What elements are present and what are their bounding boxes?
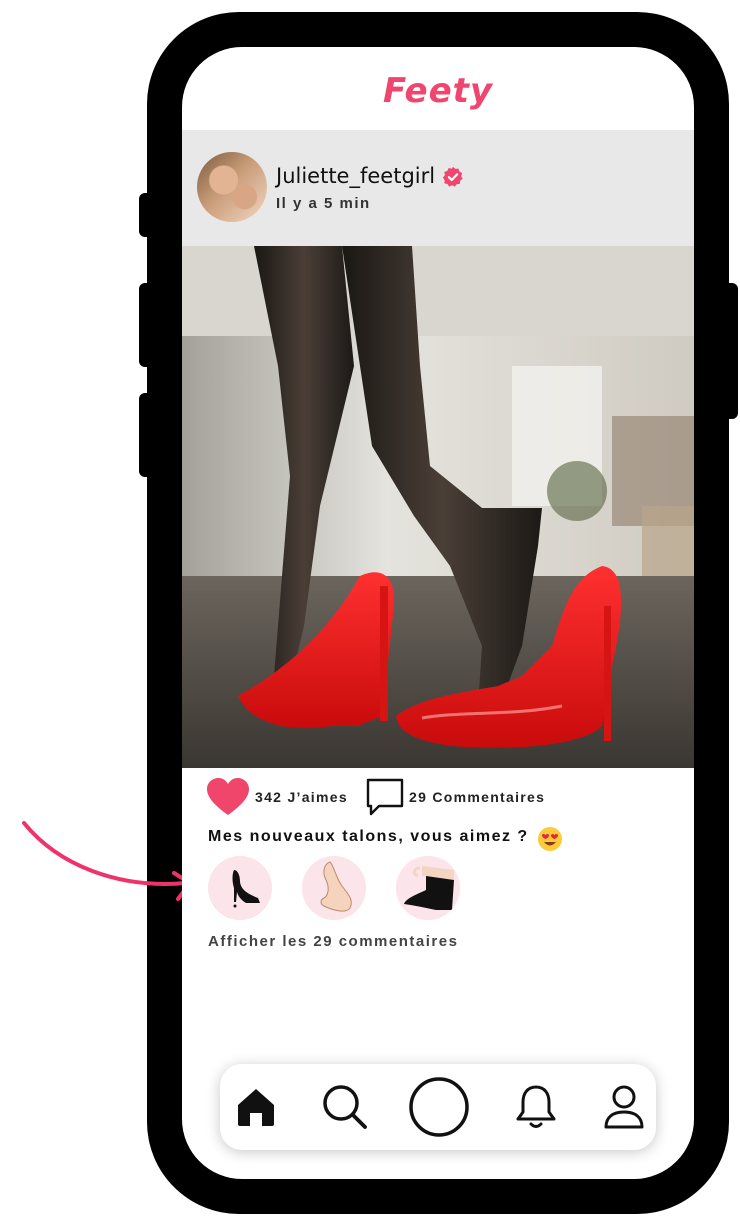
- stocking-leg-sticker-icon[interactable]: [396, 856, 460, 920]
- post-actions: 342 J’aimes 29 Commentaires: [182, 775, 694, 819]
- heart-eyes-emoji-icon: [538, 827, 562, 851]
- foot-sticker-icon[interactable]: [302, 856, 366, 920]
- high-heel-sticker-icon[interactable]: [208, 856, 272, 920]
- post-time: Il y a 5 min: [276, 195, 371, 212]
- phone-side-button: [724, 283, 738, 419]
- comment-icon[interactable]: [365, 777, 405, 817]
- username[interactable]: Juliette_feetgirl: [276, 164, 435, 188]
- phone-side-button: [139, 393, 153, 477]
- phone-side-button: [139, 193, 153, 237]
- post-caption: Mes nouveaux talons, vous aimez ?: [208, 828, 529, 845]
- nav-profile-button[interactable]: [594, 1077, 654, 1137]
- arrow-annotation: [22, 821, 192, 901]
- create-button[interactable]: [406, 1074, 472, 1140]
- search-icon: [323, 1085, 367, 1129]
- nav-notifications-button[interactable]: [506, 1077, 566, 1137]
- avatar[interactable]: [197, 152, 267, 222]
- app-logo: Feety: [382, 71, 494, 111]
- nav-search-button[interactable]: [315, 1077, 375, 1137]
- verified-badge-icon: [442, 166, 463, 187]
- bottom-nav: [220, 1064, 656, 1150]
- notifications-icon: [516, 1085, 556, 1128]
- home-icon: [238, 1089, 274, 1126]
- post-header: Juliette_feetgirl Il y a 5 min: [182, 130, 694, 246]
- app-screen: Feety Juliette_feetgirl Il y a 5 min 342…: [182, 47, 694, 1179]
- post-photo[interactable]: [182, 246, 694, 768]
- comments-count[interactable]: 29 Commentaires: [409, 789, 545, 805]
- phone-side-button: [139, 283, 153, 367]
- create-circle-icon: [409, 1077, 469, 1137]
- show-comments-link[interactable]: Afficher les 29 commentaires: [208, 933, 458, 950]
- nav-home-button[interactable]: [226, 1077, 286, 1137]
- heart-icon[interactable]: [206, 777, 250, 817]
- profile-icon: [604, 1085, 644, 1129]
- likes-count[interactable]: 342 J’aimes: [255, 789, 348, 805]
